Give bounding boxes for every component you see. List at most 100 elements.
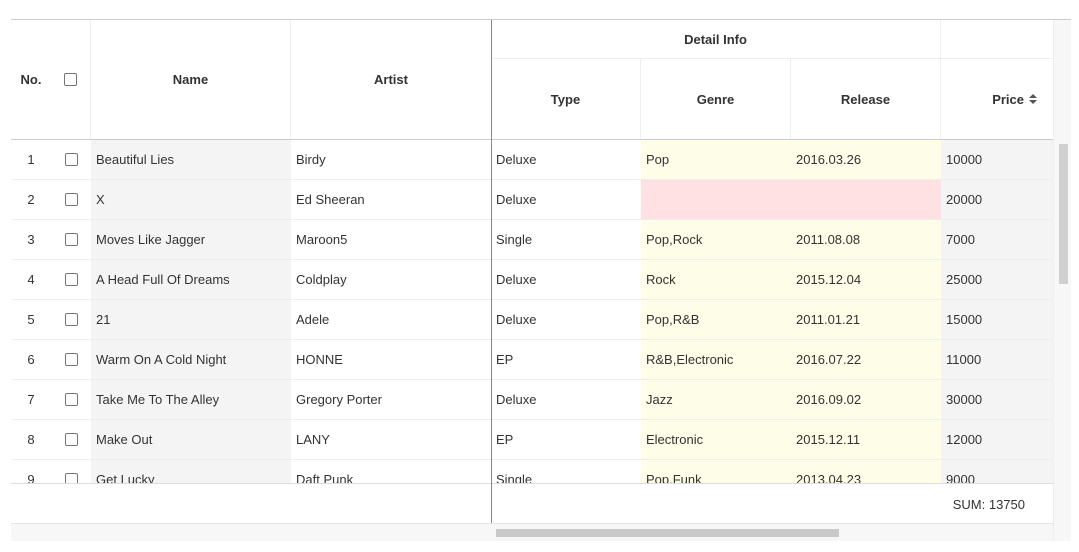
- cell-release[interactable]: 2011.01.21: [791, 300, 941, 339]
- horizontal-scrollbar[interactable]: [11, 523, 1053, 541]
- horizontal-scrollbar-thumb[interactable]: [496, 529, 839, 537]
- column-header-type[interactable]: Type: [491, 59, 641, 139]
- table-row[interactable]: 3 Moves Like Jagger Maroon5 Single Pop,Rock 2…: [11, 220, 1053, 260]
- cell-checkbox: [51, 340, 91, 379]
- cell-type[interactable]: EP: [491, 340, 641, 379]
- vertical-scrollbar-thumb[interactable]: [1059, 144, 1068, 284]
- cell-genre[interactable]: Pop: [641, 140, 791, 179]
- cell-name[interactable]: X: [91, 180, 291, 219]
- column-header-release[interactable]: Release: [791, 59, 941, 139]
- cell-price[interactable]: 25000: [941, 260, 1053, 299]
- frozen-column-divider: [491, 20, 492, 523]
- cell-genre[interactable]: Rock: [641, 260, 791, 299]
- column-header-genre[interactable]: Genre: [641, 59, 791, 139]
- vertical-scrollbar[interactable]: [1053, 20, 1071, 541]
- cell-artist[interactable]: Ed Sheeran: [291, 180, 491, 219]
- cell-price[interactable]: 9000: [941, 460, 1053, 483]
- cell-type[interactable]: Deluxe: [491, 180, 641, 219]
- column-header-name[interactable]: Name: [91, 20, 291, 139]
- cell-no: 7: [27, 392, 35, 407]
- row-checkbox[interactable]: [64, 473, 78, 483]
- cell-type[interactable]: Deluxe: [491, 260, 641, 299]
- cell-name[interactable]: Take Me To The Alley: [91, 380, 291, 419]
- cell-artist[interactable]: Birdy: [291, 140, 491, 179]
- cell-artist[interactable]: Adele: [291, 300, 491, 339]
- cell-genre[interactable]: Pop,Funk: [641, 460, 791, 483]
- cell-release[interactable]: 2016.03.26: [791, 140, 941, 179]
- table-row[interactable]: 4 A Head Full Of Dreams Coldplay Deluxe Rock…: [11, 260, 1053, 300]
- row-checkbox[interactable]: [64, 433, 78, 446]
- table-row[interactable]: 1 Beautiful Lies Birdy Deluxe Pop 2016.03.26 1…: [11, 140, 1053, 180]
- cell-type[interactable]: Deluxe: [491, 300, 641, 339]
- row-checkbox[interactable]: [64, 353, 78, 366]
- cell-artist[interactable]: Coldplay: [291, 260, 491, 299]
- cell-checkbox: [51, 220, 91, 259]
- row-checkbox[interactable]: [64, 193, 78, 206]
- cell-name[interactable]: Warm On A Cold Night: [91, 340, 291, 379]
- row-checkbox[interactable]: [64, 393, 78, 406]
- column-header-artist-label: Artist: [374, 72, 408, 87]
- table-row[interactable]: 6 Warm On A Cold Night HONNE EP R&B,Electron…: [11, 340, 1053, 380]
- cell-artist[interactable]: LANY: [291, 420, 491, 459]
- column-header-price[interactable]: Price: [941, 59, 1053, 139]
- column-header-no[interactable]: No.: [11, 20, 51, 139]
- cell-type[interactable]: Single: [491, 220, 641, 259]
- cell-genre[interactable]: Electronic: [641, 420, 791, 459]
- cell-release[interactable]: 2016.07.22: [791, 340, 941, 379]
- cell-artist[interactable]: Gregory Porter: [291, 380, 491, 419]
- cell-genre[interactable]: Jazz: [641, 380, 791, 419]
- cell-name[interactable]: Get Lucky: [91, 460, 291, 483]
- cell-artist[interactable]: HONNE: [291, 340, 491, 379]
- row-checkbox[interactable]: [64, 273, 78, 286]
- cell-release[interactable]: 2015.12.11: [791, 420, 941, 459]
- cell-name[interactable]: Beautiful Lies: [91, 140, 291, 179]
- column-header-type-label: Type: [550, 91, 581, 107]
- select-all-checkbox[interactable]: [64, 73, 77, 86]
- cell-genre[interactable]: Pop,R&B: [641, 300, 791, 339]
- cell-name[interactable]: Make Out: [91, 420, 291, 459]
- cell-genre[interactable]: R&B,Electronic: [641, 340, 791, 379]
- cell-price[interactable]: 30000: [941, 380, 1053, 419]
- cell-name[interactable]: Moves Like Jagger: [91, 220, 291, 259]
- cell-type[interactable]: Deluxe: [491, 380, 641, 419]
- cell-checkbox: [51, 140, 91, 179]
- cell-type[interactable]: Single: [491, 460, 641, 483]
- cell-price[interactable]: 10000: [941, 140, 1053, 179]
- cell-price[interactable]: 20000: [941, 180, 1053, 219]
- cell-checkbox: [51, 300, 91, 339]
- cell-price[interactable]: 7000: [941, 220, 1053, 259]
- table-row[interactable]: 8 Make Out LANY EP Electronic 2015.12.11 12000: [11, 420, 1053, 460]
- table-row[interactable]: 7 Take Me To The Alley Gregory Porter Delux…: [11, 380, 1053, 420]
- cell-genre[interactable]: [641, 180, 791, 219]
- sort-icon[interactable]: [1029, 94, 1037, 104]
- cell-type[interactable]: Deluxe: [491, 140, 641, 179]
- table-row[interactable]: 9 Get Lucky Daft Punk Single Pop,Funk 2013.04…: [11, 460, 1053, 483]
- column-group-detail-info: Detail Info: [491, 20, 941, 59]
- row-checkbox[interactable]: [64, 153, 78, 166]
- row-checkbox[interactable]: [64, 233, 78, 246]
- column-header-check[interactable]: [51, 20, 91, 139]
- table-row[interactable]: 2 X Ed Sheeran Deluxe 20000: [11, 180, 1053, 220]
- cell-price[interactable]: 12000: [941, 420, 1053, 459]
- cell-name[interactable]: A Head Full Of Dreams: [91, 260, 291, 299]
- table-row[interactable]: 5 21 Adele Deluxe Pop,R&B 2011.01.21 15000: [11, 300, 1053, 340]
- row-checkbox[interactable]: [64, 313, 78, 326]
- cell-release[interactable]: 2011.08.08: [791, 220, 941, 259]
- cell-price[interactable]: 15000: [941, 300, 1053, 339]
- cell-release[interactable]: 2015.12.04: [791, 260, 941, 299]
- cell-release[interactable]: 2016.09.02: [791, 380, 941, 419]
- cell-type[interactable]: EP: [491, 420, 641, 459]
- cell-no: 1: [27, 152, 35, 167]
- column-header-release-label: Release: [840, 91, 891, 107]
- cell-no: 3: [27, 232, 35, 247]
- cell-release[interactable]: [791, 180, 941, 219]
- cell-name[interactable]: 21: [91, 300, 291, 339]
- column-header-artist[interactable]: Artist: [291, 20, 491, 139]
- cell-artist[interactable]: Daft Punk: [291, 460, 491, 483]
- column-header-name-label: Name: [172, 72, 209, 87]
- cell-no: 8: [27, 432, 35, 447]
- cell-price[interactable]: 11000: [941, 340, 1053, 379]
- cell-artist[interactable]: Maroon5: [291, 220, 491, 259]
- cell-release[interactable]: 2013.04.23: [791, 460, 941, 483]
- cell-genre[interactable]: Pop,Rock: [641, 220, 791, 259]
